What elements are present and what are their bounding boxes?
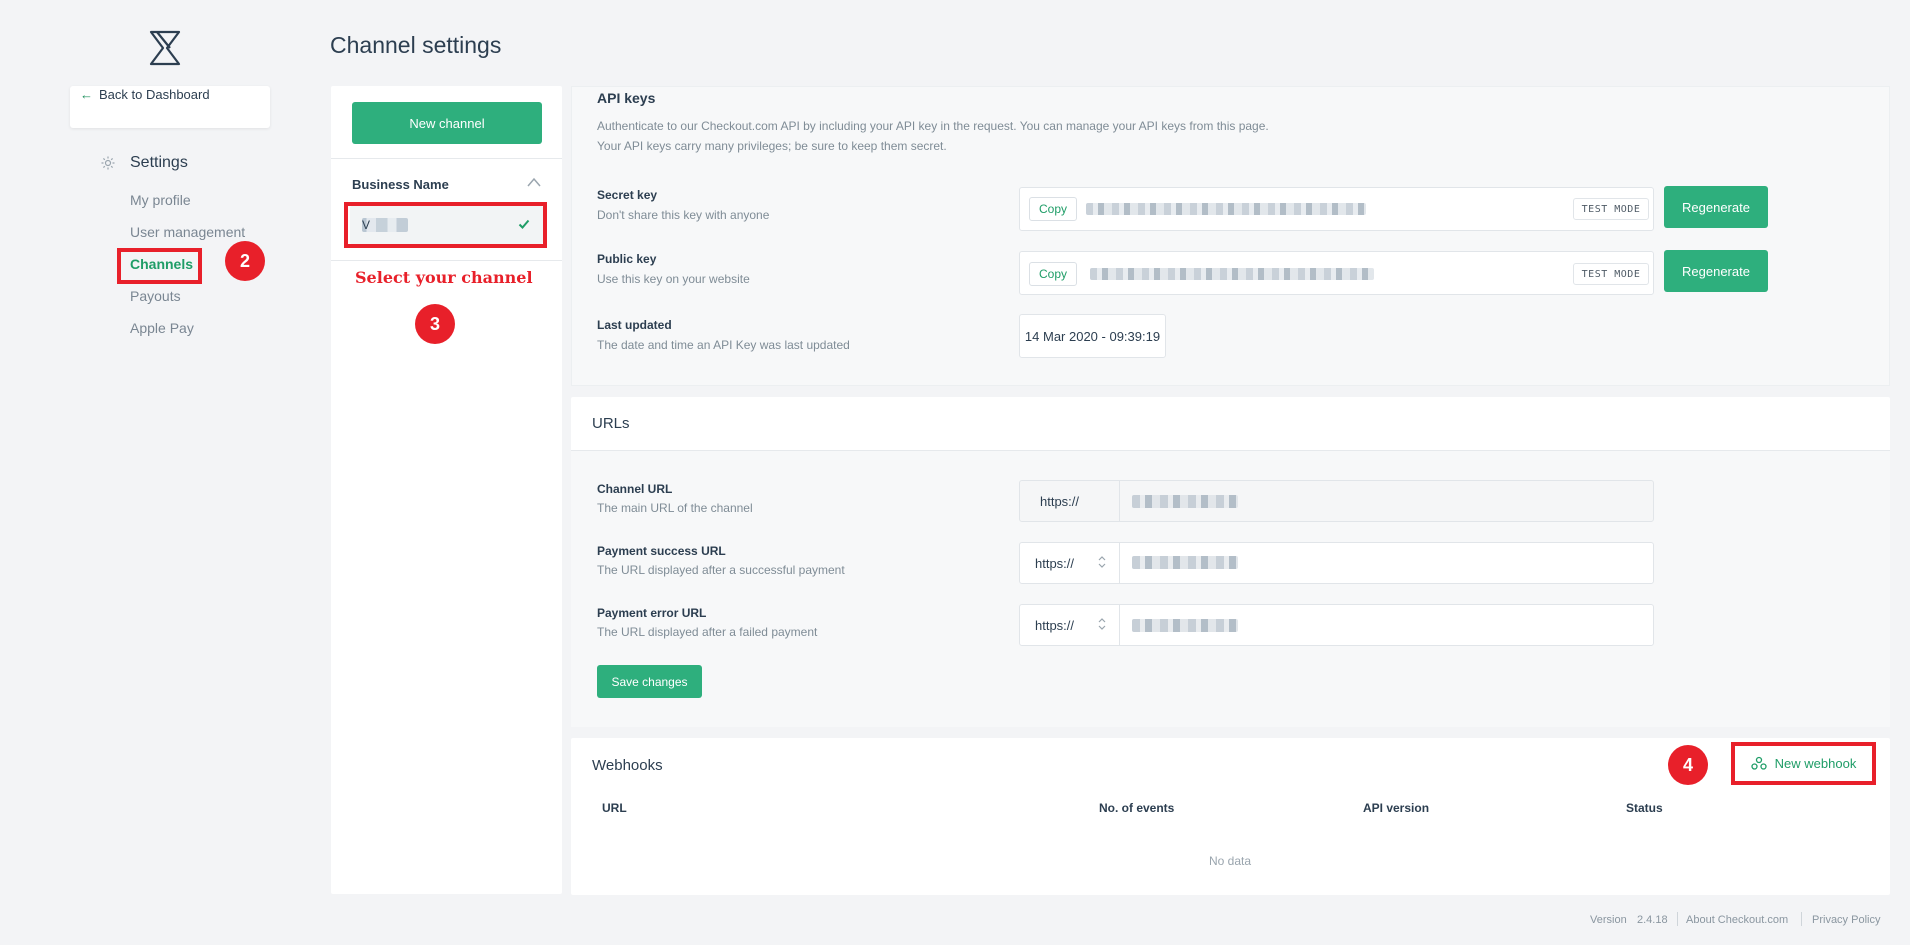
webhooks-title: Webhooks — [592, 757, 663, 774]
webhooks-column-events: No. of events — [1099, 801, 1175, 815]
gear-icon — [101, 156, 115, 170]
footer-version-number: 2.4.18 — [1637, 914, 1668, 926]
page-title: Channel settings — [330, 32, 502, 58]
sidebar-item-my-profile[interactable]: My profile — [130, 192, 191, 208]
channel-url-value-blurred — [1132, 495, 1238, 508]
public-key-test-mode-badge: TEST MODE — [1573, 263, 1649, 285]
chevron-up-down-icon — [1098, 618, 1106, 630]
error-url-protocol-select[interactable]: https:// — [1019, 604, 1120, 646]
secret-key-test-mode-badge: TEST MODE — [1573, 198, 1649, 220]
chevron-up-icon[interactable] — [526, 176, 542, 188]
back-to-dashboard-label: Back to Dashboard — [99, 87, 210, 102]
footer-about-link[interactable]: About Checkout.com — [1686, 914, 1788, 926]
footer-version-label: Version — [1590, 914, 1627, 926]
webhooks-column-url: URL — [602, 801, 627, 815]
divider — [331, 260, 562, 261]
public-key-value-blurred — [1090, 268, 1374, 280]
annotation-box-channels — [117, 248, 202, 284]
webhooks-column-api-version: API version — [1363, 801, 1430, 815]
divider — [331, 158, 562, 159]
success-url-protocol-label: https:// — [1035, 555, 1075, 571]
channel-url-protocol: https:// — [1019, 480, 1120, 522]
error-url-hint: The URL displayed after a failed payment — [597, 625, 818, 639]
settings-section-header: Settings — [100, 154, 188, 172]
secret-key-label: Secret key — [597, 188, 658, 202]
public-key-hint: Use this key on your website — [597, 272, 750, 286]
regenerate-secret-key-button[interactable]: Regenerate — [1664, 186, 1768, 228]
api-keys-description-2: Your API keys carry many privileges; be … — [597, 139, 947, 153]
arrow-left-icon: ← — [80, 87, 93, 102]
annotation-badge-2: 2 — [225, 241, 265, 281]
footer-divider — [1677, 912, 1678, 926]
save-changes-button[interactable]: Save changes — [597, 665, 702, 698]
urls-title: URLs — [592, 415, 630, 432]
channel-url-label: Channel URL — [597, 482, 673, 496]
copy-public-key-button[interactable]: Copy — [1029, 262, 1077, 286]
sidebar-item-apple-pay[interactable]: Apple Pay — [130, 320, 194, 336]
annotation-badge-3: 3 — [415, 304, 455, 344]
error-url-label: Payment error URL — [597, 606, 707, 620]
error-url-value-blurred — [1132, 619, 1238, 632]
annotation-box-new-webhook — [1731, 742, 1876, 785]
settings-title: Settings — [130, 154, 188, 171]
secret-key-hint: Don't share this key with anyone — [597, 208, 770, 222]
divider — [571, 450, 1890, 451]
success-url-protocol-select[interactable]: https:// — [1019, 542, 1120, 584]
new-channel-button[interactable]: New channel — [352, 102, 542, 144]
channel-url-hint: The main URL of the channel — [597, 501, 753, 515]
success-url-value-blurred — [1132, 556, 1238, 569]
webhooks-empty-state: No data — [1208, 854, 1252, 868]
api-keys-description: Authenticate to our Checkout.com API by … — [597, 119, 1269, 133]
error-url-protocol-label: https:// — [1035, 617, 1075, 633]
chevron-up-down-icon — [1098, 556, 1106, 568]
annotation-badge-4: 4 — [1668, 745, 1708, 785]
checkout-logo-icon — [149, 30, 181, 66]
api-keys-title: API keys — [597, 90, 656, 106]
sidebar-item-payouts[interactable]: Payouts — [130, 288, 181, 304]
webhooks-column-status: Status — [1626, 801, 1663, 815]
copy-secret-key-button[interactable]: Copy — [1029, 197, 1077, 221]
success-url-label: Payment success URL — [597, 544, 726, 558]
last-updated-hint: The date and time an API Key was last up… — [597, 338, 850, 352]
footer-privacy-link[interactable]: Privacy Policy — [1812, 914, 1880, 926]
back-to-dashboard-link[interactable]: ← Back to Dashboard — [80, 87, 210, 102]
last-updated-label: Last updated — [597, 318, 672, 332]
footer-divider — [1801, 912, 1802, 926]
regenerate-public-key-button[interactable]: Regenerate — [1664, 250, 1768, 292]
sidebar-item-user-management[interactable]: User management — [130, 224, 245, 240]
last-updated-value: 14 Mar 2020 - 09:39:19 — [1019, 314, 1166, 358]
secret-key-value-blurred — [1086, 203, 1366, 215]
annotation-box-channel — [344, 202, 547, 248]
business-name-group[interactable]: Business Name — [352, 177, 449, 192]
annotation-select-channel: Select your channel — [355, 268, 533, 287]
success-url-hint: The URL displayed after a successful pay… — [597, 563, 845, 577]
public-key-label: Public key — [597, 252, 657, 266]
